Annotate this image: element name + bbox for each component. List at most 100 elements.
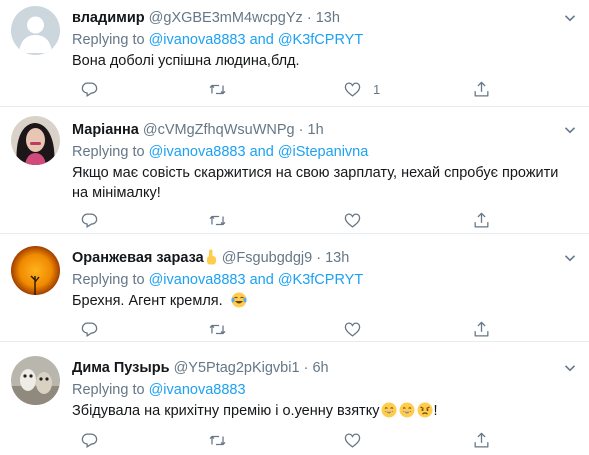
like-icon: [344, 433, 361, 448]
reply-mention-link[interactable]: @ivanova8883: [149, 272, 246, 288]
tweet[interactable]: Оранжевая зараза @Fsgubgdgj9 · 13h Reply…: [0, 235, 589, 342]
like-button[interactable]: [343, 210, 362, 230]
user-photo-avatar: [11, 246, 60, 295]
tears-of-joy-icon: [231, 292, 247, 308]
tweet[interactable]: владимир @gXGBE3mM4wcpgYz · 13h Replying…: [0, 0, 589, 107]
like-icon: [344, 82, 361, 97]
more-options-button[interactable]: [564, 251, 576, 263]
username[interactable]: @Y5Ptag2pKigvbi1: [174, 360, 300, 376]
reply-icon: [81, 322, 98, 337]
reply-mention-link[interactable]: @iStepanivna: [278, 144, 369, 160]
share-icon: [474, 432, 489, 447]
angry-emoji: [417, 402, 433, 418]
username[interactable]: @cVMgZfhqWsuWNPg: [143, 122, 295, 138]
timestamp[interactable]: 13h: [316, 10, 340, 26]
like-button[interactable]: [343, 319, 362, 339]
tweet[interactable]: Дима Пузырь @Y5Ptag2pKigvbi1 · 6h Replyi…: [0, 343, 589, 455]
replying-to: Replying to @ivanova8883: [72, 381, 246, 399]
point-up-emoji: [205, 249, 218, 265]
reply-icon: [81, 213, 98, 228]
reply-mention-link[interactable]: @ivanova8883: [149, 144, 246, 160]
share-button[interactable]: [472, 430, 491, 450]
default-avatar-icon: [11, 6, 60, 55]
tweet-text-content: Вона доболі успішна людина,блд.: [72, 53, 300, 69]
retweet-icon: [209, 215, 226, 225]
tweet-actions: 1: [72, 79, 492, 99]
retweet-button[interactable]: [208, 430, 227, 450]
retweet-icon: [209, 435, 226, 445]
separator-dot: ·: [303, 360, 309, 376]
tweet[interactable]: Маріанна @cVMgZfhqWsuWNPg · 1h Replying …: [0, 108, 589, 234]
share-button[interactable]: [472, 79, 491, 99]
share-button[interactable]: [472, 210, 491, 230]
tweet-header: Оранжевая зараза @Fsgubgdgj9 · 13h: [72, 249, 349, 267]
timestamp[interactable]: 6h: [312, 360, 328, 376]
replying-to-label: Replying to: [72, 32, 145, 48]
replying-to-label: Replying to: [72, 382, 145, 398]
chevron-down-icon: [564, 365, 576, 372]
tweet-text-content: Збідувала на крихітну премію і о.уенну в…: [72, 403, 380, 419]
point-up-icon: [206, 249, 216, 265]
tweet-actions: [72, 319, 492, 339]
reply-and-link[interactable]: and: [250, 272, 274, 288]
reply-icon: [81, 433, 98, 448]
retweet-icon: [209, 324, 226, 334]
reply-icon: [81, 82, 98, 97]
more-options-button[interactable]: [564, 123, 576, 135]
like-icon: [344, 213, 361, 228]
tweet-header: Маріанна @cVMgZfhqWsuWNPg · 1h: [72, 121, 324, 139]
reply-button[interactable]: [80, 430, 99, 450]
retweet-button[interactable]: [208, 79, 227, 99]
username[interactable]: @gXGBE3mM4wcpgYz: [149, 10, 303, 26]
avatar[interactable]: [11, 246, 60, 295]
user-photo-avatar: [11, 116, 60, 165]
tweet-text: Брехня. Агент кремля.: [72, 291, 573, 311]
timestamp[interactable]: 13h: [325, 250, 349, 266]
tweet-text-content: Якщо має совість скаржитися на свою зарп…: [72, 165, 559, 201]
reply-mention-link[interactable]: @K3fCPRYT: [278, 32, 363, 48]
tweet-text-suffix: !: [433, 403, 438, 419]
tears-of-joy-emoji: [231, 292, 247, 308]
retweet-button[interactable]: [208, 210, 227, 230]
like-count: 1: [373, 81, 381, 97]
angry-icon: [417, 402, 433, 418]
reply-and-link[interactable]: and: [250, 144, 274, 160]
reply-button[interactable]: [80, 79, 99, 99]
grinning-emoji: [399, 402, 415, 418]
user-photo-avatar: [11, 356, 60, 405]
reply-mention-link[interactable]: @ivanova8883: [149, 382, 246, 398]
tweet-text: Якщо має совість скаржитися на свою зарп…: [72, 163, 575, 203]
timestamp[interactable]: 1h: [308, 122, 324, 138]
replying-to: Replying to @ivanova8883 and @K3fCPRYT: [72, 31, 363, 49]
avatar[interactable]: [11, 116, 60, 165]
retweet-button[interactable]: [208, 319, 227, 339]
share-icon: [474, 81, 489, 96]
more-options-button[interactable]: [564, 11, 576, 23]
reply-and-link[interactable]: and: [250, 32, 274, 48]
reply-button[interactable]: [80, 319, 99, 339]
reply-mention-link[interactable]: @ivanova8883: [149, 32, 246, 48]
tweet-header: владимир @gXGBE3mM4wcpgYz · 13h: [72, 9, 340, 27]
tweet-text-content: Брехня. Агент кремля.: [72, 293, 223, 309]
replying-to-label: Replying to: [72, 144, 145, 160]
reply-mention-link[interactable]: @K3fCPRYT: [278, 272, 363, 288]
like-button[interactable]: [343, 430, 362, 450]
display-name[interactable]: Оранжевая зараза: [72, 250, 204, 266]
username[interactable]: @Fsgubgdgj9: [222, 250, 313, 266]
like-button[interactable]: 1: [343, 79, 380, 99]
avatar[interactable]: [11, 6, 60, 55]
replying-to: Replying to @ivanova8883 and @iStepanivn…: [72, 143, 368, 161]
display-name[interactable]: владимир: [72, 10, 145, 26]
avatar[interactable]: [11, 356, 60, 405]
share-button[interactable]: [472, 319, 491, 339]
tweet-actions: [72, 430, 492, 450]
retweet-icon: [209, 84, 226, 94]
tweet-actions: [72, 210, 492, 230]
grinning-emoji: [381, 402, 397, 418]
share-icon: [474, 212, 489, 227]
reply-button[interactable]: [80, 210, 99, 230]
display-name[interactable]: Дима Пузырь: [72, 360, 170, 376]
chevron-down-icon: [564, 15, 576, 22]
more-options-button[interactable]: [564, 361, 576, 373]
display-name[interactable]: Маріанна: [72, 122, 139, 138]
